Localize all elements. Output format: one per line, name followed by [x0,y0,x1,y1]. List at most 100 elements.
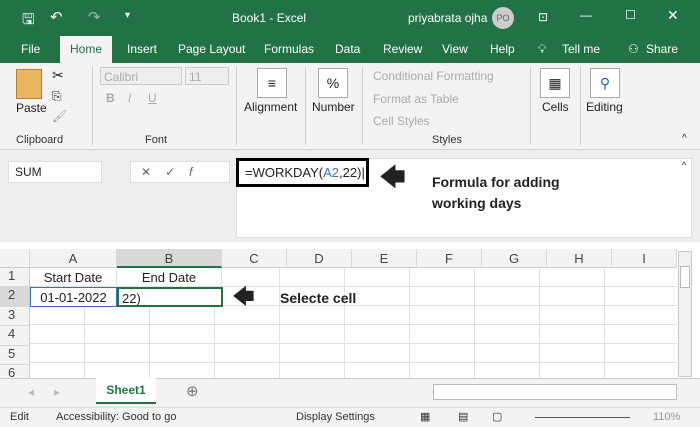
page-layout-view-icon[interactable]: ▤ [458,410,468,423]
alignment-icon[interactable]: ≡ [257,68,287,98]
name-box[interactable]: SUM [8,161,102,183]
zoom-slider[interactable] [535,417,630,418]
cell-styles-button[interactable]: Cell Styles [373,114,430,128]
cell-annotation: Selecte cell [280,290,357,306]
sheet-tab-bar: ◂ ▸ Sheet1 ⊕ [0,378,700,407]
tab-page-layout[interactable]: Page Layout [178,42,245,56]
paste-button[interactable]: Paste [16,101,47,115]
document-title: Book1 - Excel [232,11,307,25]
cell-a1[interactable]: Start Date [30,268,117,287]
tab-view[interactable]: View [442,42,468,56]
sheet-tab-sheet1[interactable]: Sheet1 [96,378,156,404]
cancel-icon[interactable]: ✕ [141,165,165,179]
arrow-left-icon: 🡄 [379,162,406,192]
share-button[interactable]: Share [646,42,678,56]
ribbon-display-icon[interactable]: ⊡ [538,10,548,24]
tab-formulas[interactable]: Formulas [264,42,314,56]
column-header[interactable]: E [352,249,417,268]
column-header[interactable]: C [222,249,287,268]
arrow-left-icon: 🡄 [232,284,255,309]
clipboard-group-label: Clipboard [16,134,64,146]
display-settings[interactable]: Display Settings [296,411,375,423]
spreadsheet-grid: A B C D E F G H I 1 2 3 4 5 6 Start Date… [0,249,700,379]
minimize-icon[interactable]: — [580,8,592,22]
column-header[interactable]: B [117,249,222,268]
formula-annotation: Formula for adding working days [432,174,560,211]
cut-icon[interactable]: ✂ [52,67,64,84]
row-header[interactable]: 6 [0,365,30,379]
title-bar: 🖫 ↶ ↷ ▾ Book1 - Excel priyabrata ojha PO… [0,0,700,36]
row-header[interactable]: 3 [0,307,30,326]
add-sheet-icon[interactable]: ⊕ [186,382,199,400]
horizontal-scrollbar[interactable] [433,384,677,400]
tab-data[interactable]: Data [335,42,360,56]
normal-view-icon[interactable]: ▦ [420,410,430,423]
row-header[interactable]: 2 [0,287,30,307]
next-sheet-icon[interactable]: ▸ [54,385,60,399]
styles-group-label: Styles [432,134,462,146]
status-bar: Edit Accessibility: Good to go Display S… [0,407,700,427]
select-all[interactable] [0,249,30,268]
scrollbar-thumb[interactable] [680,266,690,288]
collapse-ribbon-icon[interactable]: ^ [682,133,687,144]
font-group-label: Font [145,134,168,146]
column-header[interactable]: G [482,249,547,268]
enter-icon[interactable]: ✓ [165,165,189,179]
cell-b2[interactable]: 22) [117,287,223,307]
prev-sheet-icon[interactable]: ◂ [28,385,34,399]
cell-a2[interactable]: 01-01-2022 [30,287,117,307]
row-header[interactable]: 5 [0,346,30,365]
number-button[interactable]: Number [312,100,355,114]
lightbulb-icon: 💡︎ [538,42,547,56]
tab-insert[interactable]: Insert [127,42,157,56]
tab-review[interactable]: Review [383,42,422,56]
cells-icon[interactable]: ▦ [540,68,570,98]
font-name-select[interactable]: Calibri [100,67,182,85]
bold-button[interactable]: B [106,91,115,105]
accessibility-status[interactable]: Accessibility: Good to go [56,411,176,423]
tab-file[interactable]: File [21,42,40,56]
conditional-formatting-button[interactable]: Conditional Formatting [373,69,494,83]
cell-b1[interactable]: End Date [117,268,222,287]
row-header[interactable]: 1 [0,268,30,287]
zoom-level[interactable]: 110% [653,411,680,423]
ribbon-tabs: File Home Insert Page Layout Formulas Da… [0,36,700,63]
formula-highlight: =WORKDAY(A2,22)| [236,158,369,187]
italic-button[interactable]: I [128,91,131,105]
insert-function-icon[interactable]: f [189,165,206,179]
tab-help[interactable]: Help [490,42,515,56]
number-format-icon[interactable]: % [318,68,348,98]
close-icon[interactable]: ✕ [667,7,679,24]
format-as-table-button[interactable]: Format as Table [373,92,459,106]
user-name: priyabrata ojha [408,11,488,25]
maximize-icon[interactable]: ☐ [625,8,636,22]
font-size-select[interactable]: 11 [185,67,229,85]
vertical-scrollbar[interactable] [678,251,692,377]
expand-formula-icon[interactable]: ^ [682,160,686,170]
paste-icon[interactable] [16,69,42,99]
save-icon[interactable]: 🖫 [22,9,35,34]
column-header[interactable]: D [287,249,352,268]
cells-button[interactable]: Cells [542,100,569,114]
editing-button[interactable]: Editing [586,100,623,114]
column-header[interactable]: H [547,249,612,268]
page-break-view-icon[interactable]: ▢ [492,410,502,423]
format-painter-icon[interactable]: 🖌︎ [52,109,67,123]
find-icon[interactable]: ⚲ [590,68,620,98]
underline-button[interactable]: U [148,91,157,105]
copy-icon[interactable]: ⎘ [52,89,62,104]
alignment-button[interactable]: Alignment [244,100,297,114]
column-header[interactable]: F [417,249,482,268]
status-mode: Edit [10,411,29,423]
row-header[interactable]: 4 [0,326,30,346]
redo-icon[interactable]: ↷ [88,8,101,26]
tab-home[interactable]: Home [60,36,113,63]
tell-me[interactable]: Tell me [562,42,600,56]
column-header[interactable]: A [30,249,117,268]
formula-buttons: ✕✓f [130,161,230,183]
avatar[interactable]: PO [492,7,514,29]
undo-icon[interactable]: ↶ [50,8,63,26]
column-header[interactable]: I [612,249,677,268]
customize-toolbar-icon[interactable]: ▾ [125,10,130,21]
share-icon: ⚇ [628,42,639,56]
